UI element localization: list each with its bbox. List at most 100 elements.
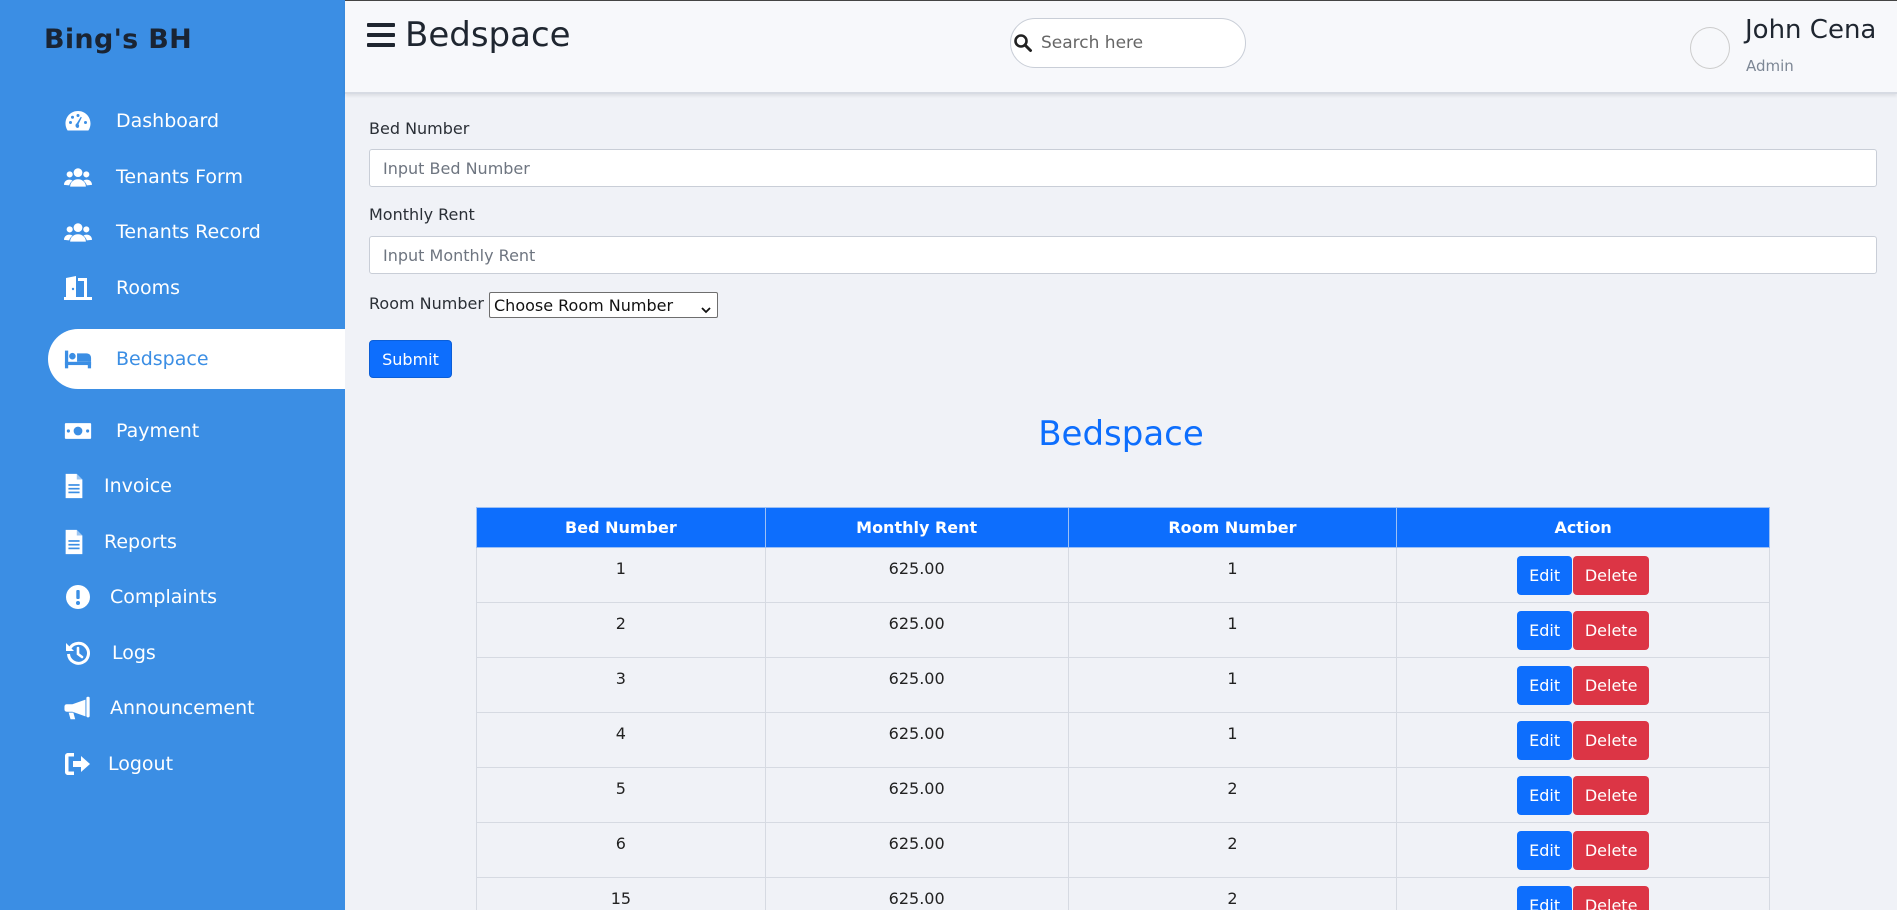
cell-actions: Edit Delete — [1396, 712, 1770, 768]
gauge-icon — [62, 107, 94, 135]
sidebar-item-announcement[interactable]: Announcement — [48, 678, 345, 738]
cell-bed-number: 4 — [476, 712, 766, 768]
table-row: 4 625.00 1 Edit Delete — [476, 712, 1770, 768]
delete-button[interactable]: Delete — [1573, 886, 1650, 910]
sidebar-item-label: Logs — [112, 642, 156, 664]
table-row: 5 625.00 2 Edit Delete — [476, 767, 1770, 823]
users-icon — [62, 218, 94, 246]
edit-button[interactable]: Edit — [1517, 556, 1573, 595]
edit-button[interactable]: Edit — [1517, 886, 1573, 910]
cell-monthly-rent: 625.00 — [764, 767, 1069, 823]
door-icon — [62, 274, 94, 302]
sidebar-item-label: Rooms — [116, 277, 181, 299]
sidebar-item-label: Bedspace — [116, 348, 209, 370]
header-room-number: Room Number — [1067, 507, 1398, 548]
cell-room-number: 1 — [1067, 602, 1398, 658]
delete-button[interactable]: Delete — [1573, 611, 1650, 650]
sidebar-item-payment[interactable]: Payment — [48, 401, 345, 461]
cell-bed-number: 5 — [476, 767, 766, 823]
sidebar-item-rooms[interactable]: Rooms — [48, 258, 345, 318]
avatar[interactable] — [1690, 27, 1730, 69]
sidebar-item-label: Payment — [116, 420, 200, 442]
sidebar-item-reports[interactable]: Reports — [48, 512, 345, 572]
sidebar-item-label: Tenants Record — [116, 221, 261, 243]
delete-button[interactable]: Delete — [1573, 556, 1650, 595]
header-action: Action — [1396, 507, 1770, 548]
cell-room-number: 2 — [1067, 767, 1398, 823]
cell-bed-number: 2 — [476, 602, 766, 658]
cell-actions: Edit Delete — [1396, 767, 1770, 823]
cell-room-number: 1 — [1067, 547, 1398, 603]
room-number-select[interactable]: Choose Room Number — [489, 292, 718, 318]
sidebar-item-complaints[interactable]: Complaints — [48, 567, 345, 627]
cell-bed-number: 1 — [476, 547, 766, 603]
cell-actions: Edit Delete — [1396, 877, 1770, 910]
history-icon — [62, 639, 94, 667]
cell-actions: Edit Delete — [1396, 657, 1770, 713]
table-header-row: Bed Number Monthly Rent Room Number Acti… — [476, 507, 1770, 548]
edit-button[interactable]: Edit — [1517, 776, 1573, 815]
megaphone-icon — [62, 694, 94, 722]
sidebar-item-logout[interactable]: Logout — [48, 734, 345, 794]
table-title: Bedspace — [1038, 414, 1204, 454]
file-icon — [58, 472, 90, 500]
sidebar-item-dashboard[interactable]: Dashboard — [48, 91, 345, 151]
sidebar-item-label: Logout — [108, 753, 174, 775]
table-row: 6 625.00 2 Edit Delete — [476, 822, 1770, 878]
monthly-rent-label: Monthly Rent — [369, 205, 475, 224]
cell-room-number: 2 — [1067, 877, 1398, 910]
sidebar: Bing's BH Dashboard Tenants Form Tenants… — [0, 0, 345, 910]
hamburger-menu-icon[interactable] — [367, 21, 395, 49]
delete-button[interactable]: Delete — [1573, 831, 1650, 870]
monthly-rent-input[interactable] — [369, 236, 1877, 274]
header-monthly-rent: Monthly Rent — [764, 507, 1069, 548]
sidebar-item-label: Reports — [104, 531, 177, 553]
exclamation-icon — [62, 583, 94, 611]
file-icon — [58, 528, 90, 556]
sidebar-item-tenants-form[interactable]: Tenants Form — [48, 147, 345, 207]
cell-monthly-rent: 625.00 — [764, 822, 1069, 878]
table-row: 1 625.00 1 Edit Delete — [476, 547, 1770, 603]
sign-out-icon — [62, 750, 94, 778]
submit-button[interactable]: Submit — [369, 340, 452, 378]
cell-actions: Edit Delete — [1396, 547, 1770, 603]
room-number-selected-value: Choose Room Number — [494, 295, 674, 315]
search-input[interactable] — [1041, 33, 1231, 53]
sidebar-item-label: Dashboard — [116, 110, 220, 132]
bed-number-label: Bed Number — [369, 119, 470, 138]
delete-button[interactable]: Delete — [1573, 666, 1650, 705]
edit-button[interactable]: Edit — [1517, 611, 1573, 650]
search-icon — [1013, 33, 1033, 53]
bed-number-input[interactable] — [369, 149, 1877, 187]
sidebar-item-label: Complaints — [110, 586, 218, 608]
cell-room-number: 1 — [1067, 712, 1398, 768]
sidebar-item-label: Invoice — [104, 475, 172, 497]
table-body: 1 625.00 1 Edit Delete 2 625.00 1 Edit Delete 3 625… — [476, 547, 1770, 910]
brand-logo: Bing's BH — [44, 24, 192, 55]
page-title: Bedspace — [405, 15, 571, 55]
search-box[interactable] — [1010, 18, 1246, 68]
money-icon — [62, 417, 94, 445]
cell-actions: Edit Delete — [1396, 602, 1770, 658]
cell-bed-number: 6 — [476, 822, 766, 878]
delete-button[interactable]: Delete — [1573, 721, 1650, 760]
bed-icon — [62, 345, 94, 373]
bedspace-table: Bed Number Monthly Rent Room Number Acti… — [476, 507, 1770, 910]
cell-monthly-rent: 625.00 — [764, 602, 1069, 658]
cell-monthly-rent: 625.00 — [764, 877, 1069, 910]
edit-button[interactable]: Edit — [1517, 831, 1573, 870]
table-row: 15 625.00 2 Edit Delete — [476, 877, 1770, 910]
cell-room-number: 1 — [1067, 657, 1398, 713]
sidebar-item-tenants-record[interactable]: Tenants Record — [48, 202, 345, 262]
sidebar-item-label: Announcement — [110, 697, 255, 719]
cell-monthly-rent: 625.00 — [764, 712, 1069, 768]
delete-button[interactable]: Delete — [1573, 776, 1650, 815]
users-icon — [62, 163, 94, 191]
sidebar-item-invoice[interactable]: Invoice — [48, 456, 345, 516]
sidebar-item-bedspace[interactable]: Bedspace — [48, 329, 345, 389]
edit-button[interactable]: Edit — [1517, 666, 1573, 705]
sidebar-item-logs[interactable]: Logs — [48, 623, 345, 683]
edit-button[interactable]: Edit — [1517, 721, 1573, 760]
cell-bed-number: 15 — [476, 877, 766, 910]
cell-monthly-rent: 625.00 — [764, 657, 1069, 713]
